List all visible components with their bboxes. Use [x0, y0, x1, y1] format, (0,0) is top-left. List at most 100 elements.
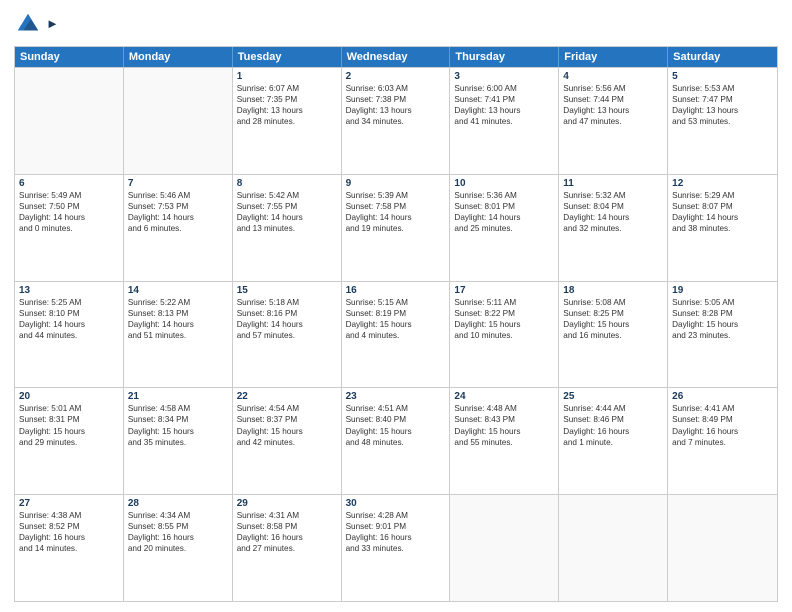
cell-line: Sunrise: 4:41 AM — [672, 403, 773, 414]
header: ► — [14, 10, 778, 38]
cell-line: Daylight: 13 hours — [454, 105, 554, 116]
day-number: 6 — [19, 178, 119, 189]
day-number: 13 — [19, 285, 119, 296]
cell-line: and 13 minutes. — [237, 223, 337, 234]
calendar-cell-4-3: 22Sunrise: 4:54 AMSunset: 8:37 PMDayligh… — [233, 388, 342, 494]
cell-line: Sunrise: 4:38 AM — [19, 510, 119, 521]
calendar-cell-3-1: 13Sunrise: 5:25 AMSunset: 8:10 PMDayligh… — [15, 282, 124, 388]
calendar-cell-3-7: 19Sunrise: 5:05 AMSunset: 8:28 PMDayligh… — [668, 282, 777, 388]
cell-line: Daylight: 16 hours — [237, 532, 337, 543]
calendar: SundayMondayTuesdayWednesdayThursdayFrid… — [14, 46, 778, 602]
cell-line: Daylight: 13 hours — [237, 105, 337, 116]
cell-line: Daylight: 16 hours — [672, 426, 773, 437]
logo-text: ► — [46, 16, 59, 32]
cell-line: Sunset: 7:35 PM — [237, 94, 337, 105]
cell-line: and 44 minutes. — [19, 330, 119, 341]
day-number: 9 — [346, 178, 446, 189]
cell-line: Sunrise: 4:28 AM — [346, 510, 446, 521]
header-day-sunday: Sunday — [15, 47, 124, 67]
calendar-week-5: 27Sunrise: 4:38 AMSunset: 8:52 PM Dayligh… — [15, 494, 777, 601]
page: ► SundayMondayTuesdayWednesdayThursdayFr… — [0, 0, 792, 612]
cell-line: and 27 minutes. — [237, 543, 337, 554]
cell-line: and 25 minutes. — [454, 223, 554, 234]
calendar-cell-4-6: 25Sunrise: 4:44 AMSunset: 8:46 PMDayligh… — [559, 388, 668, 494]
cell-line: Sunrise: 4:58 AM — [128, 403, 228, 414]
cell-line: and 35 minutes. — [128, 437, 228, 448]
calendar-cell-1-3: 1Sunrise: 6:07 AMSunset: 7:35 PMDaylight… — [233, 68, 342, 174]
day-number: 28 — [128, 498, 228, 509]
cell-line: Sunset: 8:10 PM — [19, 308, 119, 319]
cell-line: Daylight: 15 hours — [346, 426, 446, 437]
cell-line: Sunset: 8:16 PM — [237, 308, 337, 319]
cell-line: Sunset: 7:53 PM — [128, 201, 228, 212]
day-number: 25 — [563, 391, 663, 402]
day-number: 27 — [19, 498, 119, 509]
cell-line: and 20 minutes. — [128, 543, 228, 554]
cell-line: and 29 minutes. — [19, 437, 119, 448]
cell-line: Sunset: 8:52 PM — [19, 521, 119, 532]
cell-line: Sunset: 8:19 PM — [346, 308, 446, 319]
cell-line: Sunset: 8:46 PM — [563, 414, 663, 425]
cell-line: Sunset: 8:25 PM — [563, 308, 663, 319]
header-day-monday: Monday — [124, 47, 233, 67]
cell-line: and 10 minutes. — [454, 330, 554, 341]
cell-line: Sunset: 7:55 PM — [237, 201, 337, 212]
cell-line: Daylight: 14 hours — [19, 212, 119, 223]
cell-line: Daylight: 14 hours — [128, 319, 228, 330]
cell-line: Daylight: 14 hours — [672, 212, 773, 223]
calendar-cell-2-6: 11Sunrise: 5:32 AMSunset: 8:04 PMDayligh… — [559, 175, 668, 281]
day-number: 5 — [672, 71, 773, 82]
calendar-cell-4-5: 24Sunrise: 4:48 AMSunset: 8:43 PMDayligh… — [450, 388, 559, 494]
calendar-cell-2-1: 6Sunrise: 5:49 AMSunset: 7:50 PMDaylight… — [15, 175, 124, 281]
calendar-cell-2-2: 7Sunrise: 5:46 AMSunset: 7:53 PMDaylight… — [124, 175, 233, 281]
cell-line: Sunset: 8:31 PM — [19, 414, 119, 425]
calendar-cell-5-4: 30Sunrise: 4:28 AMSunset: 9:01 PMDayligh… — [342, 495, 451, 601]
cell-line: and 48 minutes. — [346, 437, 446, 448]
cell-line: and 57 minutes. — [237, 330, 337, 341]
logo-icon — [14, 10, 42, 38]
header-day-friday: Friday — [559, 47, 668, 67]
cell-line: Sunrise: 4:54 AM — [237, 403, 337, 414]
cell-line: Sunrise: 5:39 AM — [346, 190, 446, 201]
cell-line: Sunrise: 5:01 AM — [19, 403, 119, 414]
calendar-cell-1-4: 2Sunrise: 6:03 AMSunset: 7:38 PMDaylight… — [342, 68, 451, 174]
cell-line: and 28 minutes. — [237, 116, 337, 127]
calendar-week-3: 13Sunrise: 5:25 AMSunset: 8:10 PMDayligh… — [15, 281, 777, 388]
cell-line: and 19 minutes. — [346, 223, 446, 234]
calendar-cell-2-4: 9Sunrise: 5:39 AMSunset: 7:58 PMDaylight… — [342, 175, 451, 281]
cell-line: Sunrise: 5:49 AM — [19, 190, 119, 201]
cell-line: and 32 minutes. — [563, 223, 663, 234]
day-number: 7 — [128, 178, 228, 189]
cell-line: Sunset: 8:37 PM — [237, 414, 337, 425]
cell-line: Daylight: 16 hours — [346, 532, 446, 543]
cell-line: Daylight: 14 hours — [563, 212, 663, 223]
cell-line: Daylight: 14 hours — [19, 319, 119, 330]
cell-line: Daylight: 14 hours — [346, 212, 446, 223]
cell-line: Sunset: 8:40 PM — [346, 414, 446, 425]
cell-line: Sunset: 7:50 PM — [19, 201, 119, 212]
cell-line: and 47 minutes. — [563, 116, 663, 127]
day-number: 16 — [346, 285, 446, 296]
day-number: 24 — [454, 391, 554, 402]
cell-line: and 7 minutes. — [672, 437, 773, 448]
cell-line: and 33 minutes. — [346, 543, 446, 554]
calendar-cell-3-3: 15Sunrise: 5:18 AMSunset: 8:16 PMDayligh… — [233, 282, 342, 388]
calendar-body: 1Sunrise: 6:07 AMSunset: 7:35 PMDaylight… — [15, 67, 777, 601]
cell-line: Sunrise: 5:11 AM — [454, 297, 554, 308]
cell-line: Sunset: 7:47 PM — [672, 94, 773, 105]
cell-line: Sunrise: 5:05 AM — [672, 297, 773, 308]
calendar-cell-3-2: 14Sunrise: 5:22 AMSunset: 8:13 PMDayligh… — [124, 282, 233, 388]
cell-line: Sunrise: 5:42 AM — [237, 190, 337, 201]
cell-line: Sunrise: 4:48 AM — [454, 403, 554, 414]
cell-line: Sunset: 7:41 PM — [454, 94, 554, 105]
cell-line: Daylight: 15 hours — [19, 426, 119, 437]
cell-line: Sunset: 8:28 PM — [672, 308, 773, 319]
cell-line: Daylight: 13 hours — [563, 105, 663, 116]
calendar-cell-2-3: 8Sunrise: 5:42 AMSunset: 7:55 PMDaylight… — [233, 175, 342, 281]
cell-line: Daylight: 15 hours — [563, 319, 663, 330]
cell-line: and 55 minutes. — [454, 437, 554, 448]
cell-line: Sunrise: 4:31 AM — [237, 510, 337, 521]
day-number: 19 — [672, 285, 773, 296]
cell-line: Daylight: 15 hours — [237, 426, 337, 437]
cell-line: Daylight: 14 hours — [237, 319, 337, 330]
